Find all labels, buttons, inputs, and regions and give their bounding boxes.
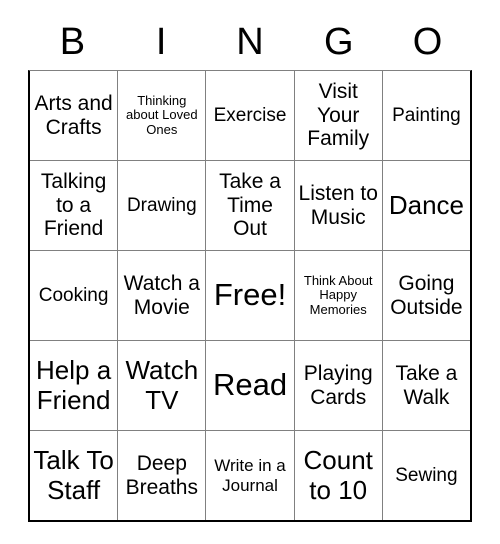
bingo-cell-label: Think About Happy Memories — [303, 272, 373, 317]
bingo-cell-label: Talk To Staff — [33, 445, 114, 505]
bingo-row: Cooking Watch a Movie Free! Think About … — [30, 251, 470, 341]
bingo-row: Arts and Crafts Thinking about Loved One… — [30, 71, 470, 161]
bingo-cell[interactable]: Exercise — [206, 71, 295, 160]
header-letter-g: G — [324, 21, 354, 63]
bingo-cell-label: Watch a Movie — [123, 271, 200, 319]
bingo-cell-label: Exercise — [213, 104, 287, 126]
bingo-cell[interactable]: Sewing — [383, 431, 470, 520]
bingo-cell[interactable]: Cooking — [30, 251, 119, 340]
bingo-cell-label: Talking to a Friend — [40, 170, 107, 241]
bingo-row: Help a Friend Watch TV Read Playing Card… — [30, 341, 470, 431]
bingo-cell-label: Help a Friend — [36, 355, 112, 415]
bingo-cell[interactable]: Drawing — [118, 161, 207, 250]
bingo-cell[interactable]: Think About Happy Memories — [295, 251, 383, 340]
bingo-cell[interactable]: Read — [206, 341, 295, 430]
bingo-cell[interactable]: Dance — [383, 161, 470, 250]
bingo-cell[interactable]: Write in a Journal — [206, 431, 295, 520]
bingo-cell-label: Read — [212, 367, 288, 403]
bingo-card: B I N G O Arts and Crafts Thinking about… — [28, 14, 472, 522]
bingo-cell-label: Painting — [392, 104, 461, 126]
header-letter-b: B — [59, 21, 86, 63]
bingo-row: Talking to a Friend Drawing Take a Time … — [30, 161, 470, 251]
bingo-cell[interactable]: Playing Cards — [295, 341, 383, 430]
bingo-cell-label: Sewing — [395, 464, 458, 486]
bingo-cell[interactable]: Going Outside — [383, 251, 470, 340]
bingo-cell[interactable]: Listen to Music — [295, 161, 383, 250]
bingo-cell-label: Going Outside — [390, 271, 463, 319]
bingo-cell-label: Count to 10 — [303, 445, 373, 505]
bingo-cell-label: Cooking — [38, 284, 109, 306]
bingo-cell-label: Take a Walk — [395, 361, 458, 409]
header-letter-i: I — [155, 21, 167, 63]
bingo-row: Talk To Staff Deep Breaths Write in a Jo… — [30, 431, 470, 520]
bingo-header: B I N G O — [28, 14, 472, 70]
bingo-cell-label: Thinking about Loved Ones — [126, 92, 198, 137]
bingo-cell-label: Write in a Journal — [214, 456, 286, 495]
bingo-cell-label: Playing Cards — [303, 361, 373, 409]
bingo-cell[interactable]: Deep Breaths — [118, 431, 207, 520]
bingo-cell[interactable]: Painting — [383, 71, 470, 160]
bingo-cell[interactable]: Take a Walk — [383, 341, 470, 430]
bingo-cell[interactable]: Watch TV — [118, 341, 207, 430]
bingo-cell-label: Arts and Crafts — [34, 91, 113, 139]
bingo-cell-label: Take a Time Out — [219, 170, 281, 241]
bingo-cell[interactable]: Talk To Staff — [30, 431, 119, 520]
bingo-cell-label: Drawing — [126, 194, 197, 216]
header-letter-o: O — [412, 21, 443, 63]
bingo-cell-label: Listen to Music — [298, 181, 378, 229]
bingo-cell[interactable]: Take a Time Out — [206, 161, 295, 250]
bingo-cell-label: Visit Your Family — [307, 80, 370, 151]
bingo-cell-label: Watch TV — [125, 355, 199, 415]
bingo-cell[interactable]: Thinking about Loved Ones — [118, 71, 207, 160]
bingo-cell-free[interactable]: Free! — [206, 251, 295, 340]
bingo-cell[interactable]: Count to 10 — [295, 431, 383, 520]
bingo-cell[interactable]: Watch a Movie — [118, 251, 207, 340]
bingo-cell[interactable]: Visit Your Family — [295, 71, 383, 160]
bingo-grid: Arts and Crafts Thinking about Loved One… — [28, 70, 472, 522]
bingo-cell[interactable]: Help a Friend — [30, 341, 119, 430]
bingo-cell[interactable]: Talking to a Friend — [30, 161, 119, 250]
bingo-cell-label: Free! — [213, 277, 287, 313]
bingo-cell-label: Deep Breaths — [125, 451, 198, 499]
bingo-cell[interactable]: Arts and Crafts — [30, 71, 119, 160]
header-letter-n: N — [236, 21, 264, 63]
bingo-cell-label: Dance — [388, 189, 464, 220]
